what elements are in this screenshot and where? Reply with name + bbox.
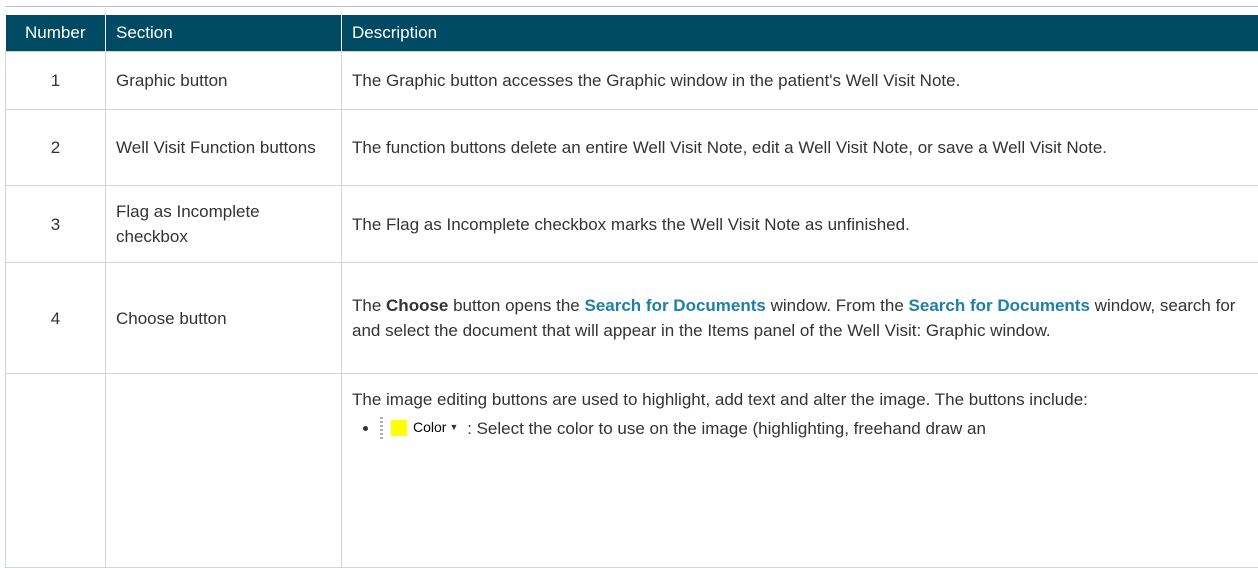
row-description: The Choose button opens the Search for D… — [342, 263, 1258, 374]
header-section: Section — [106, 15, 342, 52]
color-button-label: Color — [413, 415, 446, 440]
table-row: 4 Choose button The Choose button opens … — [6, 263, 1258, 374]
row-description: The image editing buttons are used to hi… — [342, 374, 1258, 568]
header-description: Description — [342, 15, 1258, 52]
desc-text: button opens the — [448, 296, 584, 315]
row-section: Graphic button — [106, 52, 342, 110]
row-section: Choose button — [106, 263, 342, 374]
choose-button-term: Choose — [386, 296, 448, 315]
search-for-documents-link[interactable]: Search for Documents — [584, 296, 765, 315]
row-section — [106, 374, 342, 568]
list-item: Color ▼ : Select the color to use on the… — [380, 416, 1248, 442]
chevron-down-icon: ▼ — [449, 415, 458, 440]
header-number: Number — [6, 15, 106, 52]
row-description: The Graphic button accesses the Graphic … — [342, 52, 1258, 110]
toolbar-grip-icon — [380, 417, 383, 439]
color-button-description: : Select the color to use on the image (… — [467, 419, 986, 438]
table-row: 1 Graphic button The Graphic button acce… — [6, 52, 1258, 110]
row-number: 1 — [6, 52, 106, 110]
color-swatch-icon — [391, 420, 407, 436]
row-section: Flag as Incomplete checkbox — [106, 186, 342, 263]
table-row: 2 Well Visit Function buttons The functi… — [6, 110, 1258, 186]
row-description: The function buttons delete an entire We… — [342, 110, 1258, 186]
row-section: Well Visit Function buttons — [106, 110, 342, 186]
desc-text: The — [352, 296, 386, 315]
row-number: 4 — [6, 263, 106, 374]
row-number — [6, 374, 106, 568]
search-for-documents-link-2[interactable]: Search for Documents — [909, 296, 1090, 315]
color-dropdown-button[interactable]: Color ▼ — [380, 416, 458, 440]
image-editing-intro: The image editing buttons are used to hi… — [352, 387, 1248, 412]
row-number: 2 — [6, 110, 106, 186]
row-number: 3 — [6, 186, 106, 263]
top-rule — [5, 6, 1258, 7]
image-editing-buttons-list: Color ▼ : Select the color to use on the… — [352, 416, 1248, 442]
table-row: The image editing buttons are used to hi… — [6, 374, 1258, 568]
reference-table: Number Section Description 1 Graphic but… — [5, 15, 1258, 568]
table-header-row: Number Section Description — [6, 15, 1258, 52]
table-row: 3 Flag as Incomplete checkbox The Flag a… — [6, 186, 1258, 263]
desc-text: window. From the — [766, 296, 909, 315]
row-description: The Flag as Incomplete checkbox marks th… — [342, 186, 1258, 263]
